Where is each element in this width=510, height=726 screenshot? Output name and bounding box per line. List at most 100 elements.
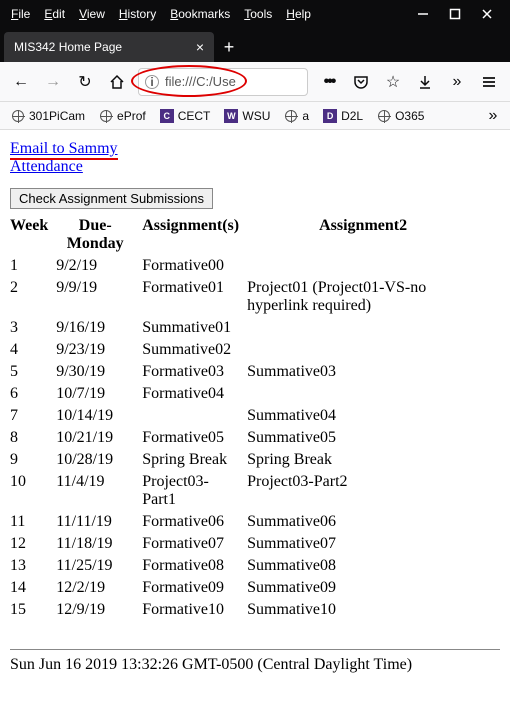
back-button[interactable]: ← [6, 67, 36, 97]
cell: 6 [10, 383, 56, 405]
globe-icon [11, 109, 25, 123]
cell: Formative07 [142, 533, 247, 555]
table-row: 1011/4/19Project03-Part1Project03-Part2 [10, 471, 487, 511]
bookmark-eprof[interactable]: eProf [94, 109, 151, 123]
bookmark-label: WSU [242, 109, 270, 123]
cell [247, 317, 487, 339]
table-row: 710/14/19Summative04 [10, 405, 487, 427]
cell: 12 [10, 533, 56, 555]
cell: 11/4/19 [56, 471, 142, 511]
menu-help[interactable]: Help [279, 7, 318, 21]
pocket-icon[interactable] [346, 67, 376, 97]
cell: 9 [10, 449, 56, 471]
page-actions-icon[interactable]: ••• [314, 67, 344, 97]
link-email[interactable]: Email to Sammy [10, 140, 118, 157]
cell: 8 [10, 427, 56, 449]
cell: Summative02 [142, 339, 247, 361]
forward-button[interactable]: → [38, 67, 68, 97]
cell: 5 [10, 361, 56, 383]
url-bar[interactable]: i file:///C:/Use [138, 68, 308, 96]
cell: Summative08 [247, 555, 487, 577]
table-row: 910/28/19Spring BreakSpring Break [10, 449, 487, 471]
cell: 12/9/19 [56, 599, 142, 621]
bookmark-label: a [302, 109, 309, 123]
close-tab-icon[interactable]: × [196, 39, 204, 55]
table-row: 1412/2/19Formative09Summative09 [10, 577, 487, 599]
cell: 10/7/19 [56, 383, 142, 405]
tab-title: MIS342 Home Page [14, 40, 188, 54]
link-attendance[interactable]: Attendance [10, 158, 83, 175]
cell: Formative04 [142, 383, 247, 405]
cell: Summative05 [247, 427, 487, 449]
cell: Formative00 [142, 255, 247, 277]
page-content: Email to Sammy Attendance Check Assignme… [0, 130, 510, 684]
cell: Formative10 [142, 599, 247, 621]
cell: 10 [10, 471, 56, 511]
cell [247, 339, 487, 361]
tab-active[interactable]: MIS342 Home Page × [4, 32, 214, 62]
menu-file[interactable]: File [4, 7, 37, 21]
menu-edit[interactable]: Edit [37, 7, 72, 21]
bookmark-label: D2L [341, 109, 363, 123]
menu-view[interactable]: View [72, 7, 112, 21]
globe-icon [377, 109, 391, 123]
download-icon[interactable] [410, 67, 440, 97]
close-window-button[interactable] [478, 5, 496, 23]
bookmark-star-icon[interactable]: ☆ [378, 67, 408, 97]
cell: Formative09 [142, 577, 247, 599]
bookmark-301picam[interactable]: 301PiCam [6, 109, 90, 123]
home-button[interactable] [102, 67, 132, 97]
timestamp: Sun Jun 16 2019 13:32:26 GMT-0500 (Centr… [10, 656, 500, 674]
col-header: Week [10, 215, 56, 255]
reload-button[interactable]: ↻ [70, 67, 100, 97]
bookmark-wsu[interactable]: WWSU [219, 109, 275, 123]
menu-bookmarks[interactable]: Bookmarks [163, 7, 237, 21]
cell [142, 405, 247, 427]
cell: Formative01 [142, 277, 247, 317]
table-row: 29/9/19Formative01Project01 (Project01-V… [10, 277, 487, 317]
cell: 12/2/19 [56, 577, 142, 599]
info-icon[interactable]: i [145, 75, 159, 89]
cell: 10/21/19 [56, 427, 142, 449]
col-header: Assignment2 [247, 215, 487, 255]
cell [247, 383, 487, 405]
bookmark-o365[interactable]: O365 [372, 109, 429, 123]
cell: 2 [10, 277, 56, 317]
cell: Project03-Part1 [142, 471, 247, 511]
new-tab-button[interactable]: + [214, 32, 244, 62]
overflow-chevrons-icon[interactable]: » [442, 67, 472, 97]
bookmark-label: CECT [178, 109, 211, 123]
bookmark-overflow-icon[interactable]: » [482, 105, 504, 127]
cell: Formative05 [142, 427, 247, 449]
bookmark-a[interactable]: a [279, 109, 314, 123]
table-row: 19/2/19Formative00 [10, 255, 487, 277]
check-submissions-button[interactable]: Check Assignment Submissions [10, 188, 213, 209]
cell: Project03-Part2 [247, 471, 487, 511]
bookmark-label: eProf [117, 109, 146, 123]
bookmark-cect[interactable]: C CECT [155, 109, 216, 123]
divider [10, 649, 500, 650]
cell: Summative06 [247, 511, 487, 533]
maximize-button[interactable] [446, 5, 464, 23]
cell: Project01 (Project01-VS-no hyperlink req… [247, 277, 487, 317]
cell [247, 255, 487, 277]
cell: 10/28/19 [56, 449, 142, 471]
hamburger-menu-icon[interactable] [474, 67, 504, 97]
table-row: 1111/11/19Formative06Summative06 [10, 511, 487, 533]
menu-tools[interactable]: Tools [237, 7, 279, 21]
site-icon: C [160, 109, 174, 123]
bookmark-label: 301PiCam [29, 109, 85, 123]
cell: 15 [10, 599, 56, 621]
cell: 9/16/19 [56, 317, 142, 339]
bookmark-d2l[interactable]: DD2L [318, 109, 368, 123]
cell: 3 [10, 317, 56, 339]
cell: 9/9/19 [56, 277, 142, 317]
cell: 7 [10, 405, 56, 427]
cell: Spring Break [247, 449, 487, 471]
cell: 11/18/19 [56, 533, 142, 555]
table-row: 39/16/19Summative01 [10, 317, 487, 339]
table-row: 49/23/19Summative02 [10, 339, 487, 361]
minimize-button[interactable] [414, 5, 432, 23]
cell: Formative08 [142, 555, 247, 577]
menu-history[interactable]: History [112, 7, 163, 21]
